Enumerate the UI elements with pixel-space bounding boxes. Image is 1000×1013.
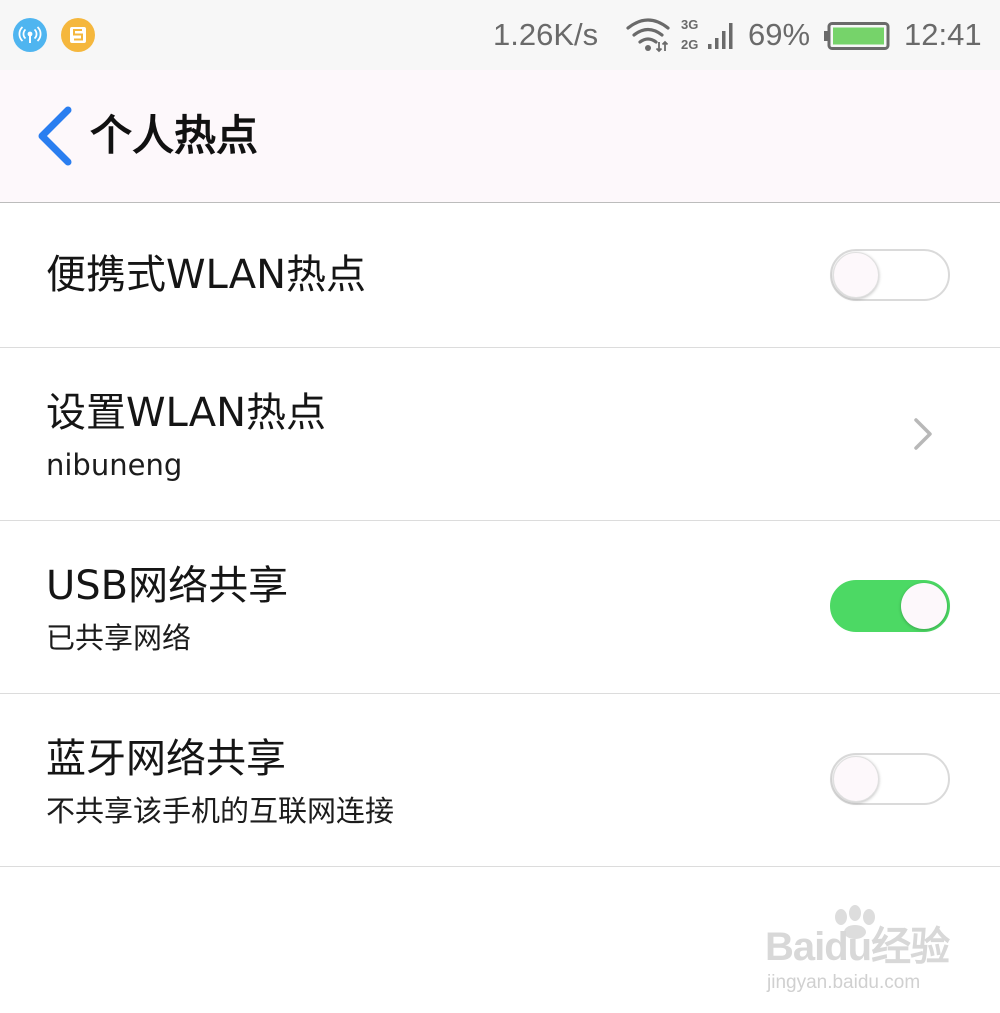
bluetooth-tethering-toggle[interactable]: [830, 753, 950, 805]
wifi-icon: [626, 18, 670, 53]
settings-row-usb-tethering[interactable]: USB网络共享 已共享网络: [0, 521, 1000, 694]
battery-icon: [824, 22, 890, 50]
usb-tethering-toggle[interactable]: [830, 580, 950, 632]
chevron-left-icon[interactable]: [30, 104, 80, 168]
signal-icon: 3G 2G: [681, 17, 733, 52]
settings-row-setup-wlan-hotspot[interactable]: 设置WLAN热点 nibuneng: [0, 348, 1000, 521]
toggle-knob: [833, 252, 879, 298]
bluetooth-tethering-status: 不共享该手机的互联网连接: [46, 794, 395, 828]
settings-row-bluetooth-tethering[interactable]: 蓝牙网络共享 不共享该手机的互联网连接: [0, 694, 1000, 867]
network-type-3g: 3G: [681, 17, 698, 32]
battery-percentage: 69%: [748, 17, 811, 52]
clock: 12:41: [904, 17, 982, 52]
toggle-knob: [901, 583, 947, 629]
watermark-logo: Baidu经验: [765, 925, 950, 969]
toggle-knob: [833, 756, 879, 802]
page-title: 个人热点: [90, 111, 259, 160]
baidu-jingyan-watermark: Baidu经验 jingyan.baidu.com: [765, 905, 950, 1000]
app-header: 个人热点: [0, 70, 1000, 203]
settings-row-title: 设置WLAN热点: [46, 390, 327, 436]
portable-wlan-hotspot-toggle[interactable]: [830, 249, 950, 301]
settings-row-title: USB网络共享: [46, 563, 289, 609]
network-type-2g: 2G: [681, 37, 698, 52]
usb-tethering-status: 已共享网络: [46, 621, 192, 655]
settings-row-title: 便携式WLAN热点: [46, 252, 367, 298]
status-bar: 1.26K/s 3G 2G 69% 12:41: [0, 0, 1000, 70]
chevron-right-icon: [914, 418, 932, 450]
settings-row-portable-wlan-hotspot[interactable]: 便携式WLAN热点: [0, 203, 1000, 348]
app-notification-icon: [61, 18, 95, 52]
hotspot-icon: [13, 18, 47, 52]
settings-row-title: 蓝牙网络共享: [46, 736, 286, 782]
watermark-url: jingyan.baidu.com: [767, 972, 921, 993]
network-speed: 1.26K/s: [493, 17, 599, 52]
hotspot-name: nibuneng: [46, 448, 183, 482]
